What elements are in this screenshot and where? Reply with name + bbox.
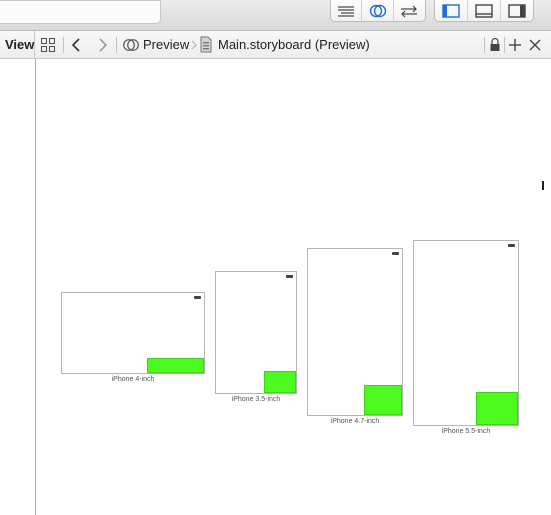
plus-icon (509, 39, 521, 51)
breadcrumb-separator (190, 37, 198, 53)
chevron-left-icon (71, 38, 80, 52)
left-pane (0, 59, 36, 515)
navigator-toggle-icon (442, 3, 460, 18)
breadcrumb-arrow-icon (191, 40, 197, 50)
breadcrumb-file[interactable]: Main.storyboard (Preview) (218, 31, 370, 58)
battery-icon (508, 244, 515, 247)
battery-icon (194, 296, 201, 299)
left-pane-title: View (5, 37, 35, 52)
green-view (476, 392, 518, 425)
separator (116, 37, 117, 53)
preview-crumb-icon-wrap (122, 37, 140, 53)
device-preview-iphone-4-7-inch[interactable] (307, 248, 403, 416)
green-view (364, 385, 402, 415)
device-label: iPhone 4-inch (111, 376, 155, 383)
navigator-toggle-button[interactable] (435, 0, 469, 22)
version-editor-button[interactable] (394, 0, 425, 22)
assistant-editor-button[interactable] (362, 0, 394, 22)
device-preview-iphone-3-5-inch[interactable] (215, 271, 297, 394)
breadcrumb-preview[interactable]: Preview (143, 31, 189, 58)
device-label: iPhone 4.7-inch (330, 418, 380, 425)
standard-editor-button[interactable] (331, 0, 363, 22)
storyboard-file-icon-wrap (200, 36, 212, 53)
back-button[interactable] (70, 37, 84, 53)
storyboard-file-icon (200, 36, 212, 53)
version-editor-icon (401, 5, 418, 17)
debug-area-toggle-icon (475, 3, 493, 18)
device-preview-iphone-5-5-inch[interactable] (413, 240, 519, 426)
editor-mode-control (330, 0, 426, 22)
add-assistant-button[interactable] (508, 37, 522, 53)
device-label: iPhone 5.5-inch (441, 428, 491, 435)
debug-area-toggle-button[interactable] (468, 0, 501, 22)
battery-icon (392, 252, 399, 255)
green-view (264, 371, 296, 393)
view-toggle-control (434, 0, 534, 22)
grid-icon (40, 37, 56, 53)
device-preview-iphone-4-inch[interactable] (61, 292, 205, 374)
assistant-editor-icon (369, 4, 386, 17)
assistant-preview-icon (123, 39, 139, 51)
separator (484, 37, 485, 53)
forward-button[interactable] (96, 37, 110, 53)
device-label: iPhone 3.5-inch (231, 396, 281, 403)
chevron-right-icon (99, 38, 108, 52)
related-items-button[interactable] (40, 37, 56, 53)
separator (63, 37, 64, 53)
separator (504, 37, 505, 53)
standard-editor-icon (338, 5, 355, 17)
activity-viewer (0, 0, 161, 24)
utilities-toggle-icon (508, 3, 526, 18)
lock-icon (490, 37, 500, 51)
green-view (147, 358, 204, 373)
utilities-toggle-button[interactable] (501, 0, 533, 22)
lock-button[interactable] (489, 37, 501, 53)
close-assistant-button[interactable] (528, 37, 542, 53)
close-icon (529, 39, 541, 51)
battery-icon (286, 275, 293, 278)
